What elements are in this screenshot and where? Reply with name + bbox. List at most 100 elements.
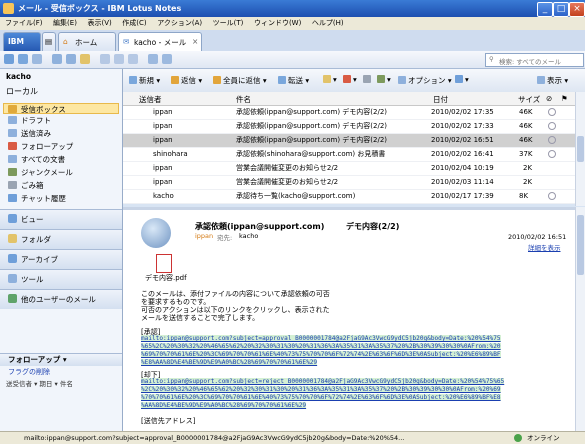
scrollbar-thumb[interactable] [577, 136, 584, 162]
open-list-button[interactable]: IBM [3, 32, 41, 51]
forward-button[interactable]: 転送 ▾ [278, 75, 309, 86]
folder-button[interactable]: ▾ [323, 75, 337, 84]
tag-button[interactable]: ▾ [343, 75, 357, 84]
close-tab-icon[interactable]: × [192, 37, 198, 46]
preview-date: 2010/02/02 16:51 [508, 233, 567, 241]
table-row[interactable]: ippan 営業会議開催変更のお知らせ2/2 2010/02/03 11:14 … [123, 176, 575, 190]
table-row-selected[interactable]: ippan 承認依頼(ippan@support.com) デモ内容(2/2) … [123, 134, 575, 148]
table-row[interactable]: ippan 承認依頼(ippan@support.com) デモ内容(2/2) … [123, 120, 575, 134]
col-date[interactable]: 日付 [433, 94, 448, 105]
scrollbar-thumb[interactable] [577, 215, 584, 275]
reject-link[interactable]: %2C%20%30%32%20%46%65%62%20%32%30%31%30%… [141, 386, 501, 393]
refresh-icon[interactable] [148, 54, 158, 64]
sidebar-item-all-documents[interactable]: すべての文書 [8, 154, 65, 165]
list-scrollbar[interactable] [575, 92, 585, 206]
status-bar: mailto:ippan@support.com?subject=approva… [0, 431, 585, 444]
col-size[interactable]: サイズ [518, 94, 540, 105]
tab-home[interactable]: ⌂ ホーム [58, 32, 116, 51]
sidebar-item-inbox[interactable]: 受信ボックス [3, 103, 119, 114]
paste-icon[interactable] [128, 54, 138, 64]
forward-icon[interactable] [66, 54, 76, 64]
maximize-button[interactable]: □ [553, 2, 569, 17]
sidebar-item-junk[interactable]: ジャンクメール [8, 167, 73, 178]
delete-icon [363, 75, 371, 83]
menu-help[interactable]: ヘルプ(H) [312, 17, 344, 30]
menu-view[interactable]: 表示(V) [87, 17, 111, 30]
sidebar-item-chat-history[interactable]: チャット履歴 [8, 193, 66, 204]
reply-button[interactable]: 返信 ▾ [171, 75, 202, 86]
menu-create[interactable]: 作成(C) [122, 17, 146, 30]
table-row[interactable]: ippan 営業会議開催変更のお知らせ2/2 2010/02/04 10:19 … [123, 162, 575, 176]
approve-link[interactable]: %65%2C%20%30%32%20%46%65%62%20%32%30%31%… [141, 343, 501, 350]
col-sender[interactable]: 送信者 [139, 94, 162, 105]
attachment-icon [548, 150, 556, 158]
menu-tools[interactable]: ツール(T) [213, 17, 244, 30]
attachment-name[interactable]: デモ内容.pdf [145, 273, 187, 283]
sidebar-item-trash[interactable]: ごみ箱 [8, 180, 44, 191]
mail-send-icon[interactable] [162, 54, 172, 64]
options-button[interactable]: オプション ▾ [398, 75, 452, 86]
menu-actions[interactable]: アクション(A) [157, 17, 202, 30]
display-button[interactable]: 表示 ▾ [537, 75, 568, 86]
sidebar-item-followup[interactable]: フォローアップ [8, 141, 73, 152]
preview-scrollbar[interactable] [575, 207, 585, 431]
followup-panel-header[interactable]: フォローアップ ▾ [0, 353, 122, 366]
table-row[interactable]: shinohara 承認依頼(shinohara@support.com) お見… [123, 148, 575, 162]
delete-button[interactable] [363, 75, 373, 84]
back-icon[interactable] [52, 54, 62, 64]
remove-flag-link[interactable]: フラグの削除 [8, 367, 130, 377]
close-button[interactable]: × [569, 2, 585, 17]
new-button[interactable]: 新規 ▾ [129, 75, 160, 86]
reject-link[interactable]: %AA%8D%E4%BE%9D%E9%A0%BC%28%69%70%70%61%… [141, 402, 307, 409]
nav-section-folders[interactable]: フォルダ [0, 229, 122, 249]
new-icon[interactable] [4, 54, 14, 64]
sidebar-item-drafts[interactable]: ドラフト [8, 115, 51, 126]
reject-link[interactable]: mailto:ippan@support.com?subject=reject_… [141, 378, 505, 385]
nav-section-tools[interactable]: ツール [0, 269, 122, 289]
approve-link[interactable]: %E8%AA%8D%E4%BE%9D%E9%A0%BC%28%69%70%70%… [141, 359, 318, 366]
open-recent-button[interactable]: ▤ [42, 32, 56, 51]
tab-mail-label: kacho - メール [134, 38, 187, 47]
followup-title: フォローアップ [8, 355, 61, 364]
table-row[interactable]: kacho 承認待ち一覧(kacho@support.com) 2010/02/… [123, 190, 575, 204]
row-size: 8K [519, 192, 529, 200]
table-row[interactable]: ippan 承認依頼(ippan@support.com) デモ内容(2/2) … [123, 106, 575, 120]
preview-from[interactable]: ippan [195, 232, 213, 240]
approve-link[interactable]: mailto:ippan@support.com?subject=approva… [141, 335, 501, 342]
preview-to[interactable]: kacho [239, 232, 258, 240]
followup-col-subject[interactable]: 件名 [60, 380, 73, 388]
reject-link[interactable]: %70%70%61%6E%20%3C%69%70%70%61%6E%40%73%… [141, 394, 501, 401]
preview-pane: 承認依頼(ippan@support.com) デモ内容(2/2) ippan … [123, 207, 575, 434]
tab-strip: IBM ▤ ⌂ ホーム ✉ kacho - メール × [0, 30, 585, 52]
menu-edit[interactable]: 編集(E) [53, 17, 77, 30]
tab-mail[interactable]: ✉ kacho - メール × [118, 32, 202, 51]
followup-col-due[interactable]: 期日 [39, 380, 52, 388]
forward-label: 転送 [288, 76, 303, 85]
online-status[interactable]: オンライン [527, 432, 560, 444]
cut-icon[interactable] [100, 54, 110, 64]
menu-file[interactable]: ファイル(F) [5, 17, 43, 30]
col-subject[interactable]: 件名 [236, 94, 251, 105]
nav-section-views[interactable]: ビュー [0, 209, 122, 229]
minimize-button[interactable]: _ [537, 2, 553, 17]
approve-link[interactable]: %69%70%70%61%6E%20%3C%69%70%70%61%6E%40%… [141, 351, 501, 358]
sidebar-item-sent[interactable]: 送信済み [8, 128, 51, 139]
home-icon: ⌂ [63, 37, 68, 46]
show-details-link[interactable]: 詳細を表示 [528, 242, 561, 252]
nav-section-label: フォルダ [21, 235, 51, 244]
menu-window[interactable]: ウィンドウ(W) [254, 17, 301, 30]
nav-section-other-users-mail[interactable]: 他のユーザーのメール [0, 289, 122, 309]
search-input[interactable]: ⚲ 検索: すべてのメール [485, 53, 584, 67]
reply-all-button[interactable]: 全員に返信 ▾ [213, 75, 267, 86]
followup-col-sender[interactable]: 送受信者 [6, 380, 32, 388]
preview-subject-detail: デモ内容(2/2) [346, 222, 400, 231]
copy-icon[interactable] [114, 54, 124, 64]
pdf-icon[interactable] [156, 254, 172, 273]
folder-icon[interactable] [80, 54, 90, 64]
search-view-button[interactable]: ▾ [455, 75, 469, 84]
print-icon[interactable] [32, 54, 42, 64]
nav-section-archive[interactable]: アーカイブ [0, 249, 122, 269]
junk-button[interactable]: ▾ [377, 75, 391, 84]
save-icon[interactable] [18, 54, 28, 64]
person-globe-icon [141, 218, 171, 248]
